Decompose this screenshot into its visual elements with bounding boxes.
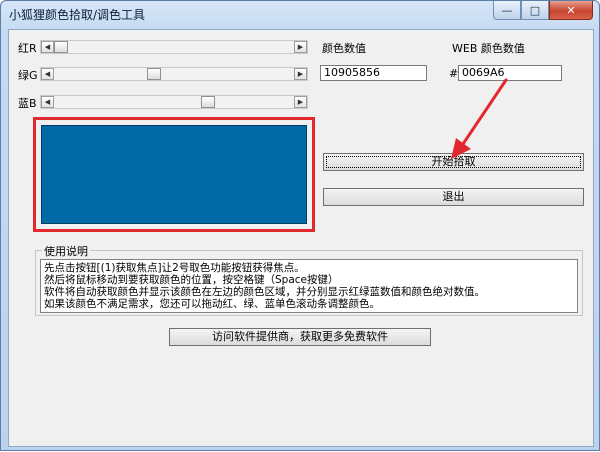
exit-button[interactable]: 退出 (323, 188, 584, 206)
color-preview-swatch (41, 125, 307, 224)
blue-slider[interactable]: ◀ ▶ (40, 95, 308, 109)
web-color-label: WEB 颜色数值 (452, 42, 525, 55)
instructions-group: 使用说明 先点击按钮[(1)获取焦点]让2号取色功能按钮获得焦点。 然后将鼠标移… (35, 243, 583, 316)
scroll-right-arrow-icon[interactable]: ▶ (294, 41, 307, 53)
client-area: 红R ◀ ▶ 绿G ◀ ▶ 蓝B ◀ ▶ 颜色数值 10905856 WEB 颜… (8, 29, 594, 447)
color-value-field[interactable]: 10905856 (320, 65, 427, 81)
instruction-line: 先点击按钮[(1)获取焦点]让2号取色功能按钮获得焦点。 (44, 262, 305, 274)
window-title: 小狐狸颜色拾取/调色工具 (9, 8, 146, 22)
instruction-line: 然后将鼠标移动到要获取颜色的位置，按空格键（Space按键） (44, 274, 339, 286)
instruction-line: 软件将自动获取颜色并显示该颜色在左边的颜色区域，并分别显示红绿蓝数值和颜色绝对数… (44, 286, 485, 298)
green-slider-thumb[interactable] (147, 68, 161, 80)
scroll-left-arrow-icon[interactable]: ◀ (41, 96, 54, 108)
minimize-button[interactable]: — (493, 1, 521, 20)
title-bar[interactable]: 小狐狸颜色拾取/调色工具 — □ ✕ (1, 1, 599, 28)
green-slider[interactable]: ◀ ▶ (40, 67, 308, 81)
instructions-title: 使用说明 (42, 243, 90, 259)
visit-vendor-button[interactable]: 访问软件提供商，获取更多免费软件 (169, 328, 431, 346)
red-slider-label: 红R (18, 42, 37, 55)
blue-slider-thumb[interactable] (201, 96, 215, 108)
scroll-left-arrow-icon[interactable]: ◀ (41, 68, 54, 80)
instructions-memo[interactable]: 先点击按钮[(1)获取焦点]让2号取色功能按钮获得焦点。 然后将鼠标移动到要获取… (40, 259, 578, 313)
hash-prefix: # (449, 67, 459, 80)
red-slider-thumb[interactable] (54, 41, 68, 53)
caption-buttons: — □ ✕ (493, 1, 593, 20)
maximize-button[interactable]: □ (521, 1, 549, 20)
scroll-left-arrow-icon[interactable]: ◀ (41, 41, 54, 53)
blue-slider-label: 蓝B (18, 97, 37, 110)
preview-highlight-frame (33, 117, 315, 232)
web-color-field[interactable]: 0069A6 (458, 65, 562, 81)
scroll-right-arrow-icon[interactable]: ▶ (294, 96, 307, 108)
color-value-label: 颜色数值 (322, 42, 366, 55)
app-window: 小狐狸颜色拾取/调色工具 — □ ✕ 红R ◀ ▶ 绿G ◀ ▶ 蓝B ◀ ▶ (0, 0, 600, 451)
start-pick-button[interactable]: 开始拾取 (323, 153, 584, 171)
scroll-right-arrow-icon[interactable]: ▶ (294, 68, 307, 80)
close-button[interactable]: ✕ (549, 1, 593, 20)
instruction-line: 如果该颜色不满足需求，您还可以拖动红、绿、蓝单色滚动条调整颜色。 (44, 298, 380, 310)
green-slider-label: 绿G (18, 69, 38, 82)
red-slider[interactable]: ◀ ▶ (40, 40, 308, 54)
